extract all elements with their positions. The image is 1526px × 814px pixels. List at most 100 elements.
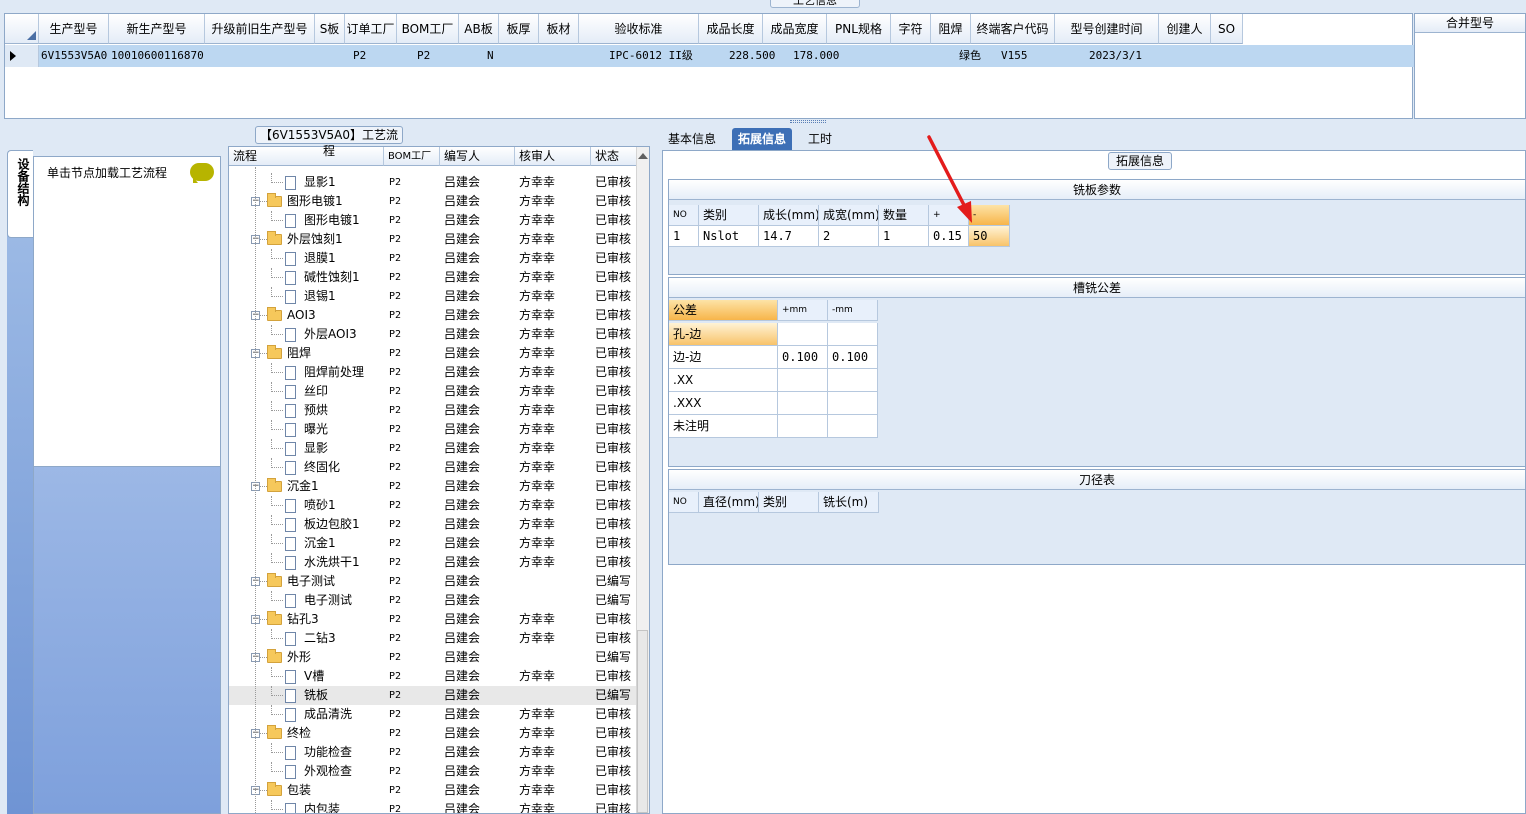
tree-header-bom[interactable]: BOM工厂 — [384, 147, 440, 166]
tree-header-reviewer[interactable]: 核审人 — [515, 147, 591, 166]
tree-row[interactable]: 丝印 P2 吕建会 方幸幸 已审核 — [229, 382, 637, 401]
tree-row[interactable]: 外层AOI3 P2 吕建会 方幸幸 已审核 — [229, 325, 637, 344]
tol-cell-3-2[interactable] — [828, 392, 878, 415]
tol-cell-4-1[interactable] — [778, 415, 828, 438]
cell-old-model[interactable] — [205, 45, 345, 67]
tree-row[interactable]: 显影 P2 吕建会 方幸幸 已审核 — [229, 439, 637, 458]
tree-row[interactable]: 内包装 P2 吕建会 方幸幸 已审核 — [229, 800, 637, 813]
grid-header-0[interactable]: 生产型号 — [39, 14, 109, 44]
right-splitter[interactable] — [654, 126, 662, 814]
grid-header-9[interactable]: 验收标准 — [579, 14, 699, 44]
tree-header-status[interactable]: 状态 — [591, 147, 637, 166]
cell-ab[interactable]: N — [477, 45, 607, 67]
tree-row[interactable]: − 外形 P2 吕建会 已编写 — [229, 648, 637, 667]
tree-header-flow[interactable]: 流程 — [229, 147, 384, 166]
tree-row[interactable]: − 阻焊 P2 吕建会 方幸幸 已审核 — [229, 344, 637, 363]
cell-created[interactable]: 2023/3/1 — [1085, 45, 1414, 67]
tol-cell-2-1[interactable] — [778, 369, 828, 392]
tree-row[interactable]: 退膜1 P2 吕建会 方幸幸 已审核 — [229, 249, 637, 268]
grid-header-1[interactable]: 新生产型号 — [109, 14, 205, 44]
tree-row[interactable]: 阻焊前处理 P2 吕建会 方幸幸 已审核 — [229, 363, 637, 382]
tab-basic-info[interactable]: 基本信息 — [662, 128, 722, 150]
tree-row[interactable]: 喷砂1 P2 吕建会 方幸幸 已审核 — [229, 496, 637, 515]
tol-cell-4-2[interactable] — [828, 415, 878, 438]
tree-row[interactable]: − 终检 P2 吕建会 方幸幸 已审核 — [229, 724, 637, 743]
grid-header-14[interactable]: 阻焊 — [931, 14, 971, 44]
cell-solder[interactable]: 绿色 — [951, 45, 1001, 67]
tree-row[interactable]: 板边包胶1 P2 吕建会 方幸幸 已审核 — [229, 515, 637, 534]
tree-row[interactable]: − 外层蚀刻1 P2 吕建会 方幸幸 已审核 — [229, 230, 637, 249]
tree-row[interactable]: 二钻3 P2 吕建会 方幸幸 已审核 — [229, 629, 637, 648]
tree-row[interactable]: − 沉金1 P2 吕建会 方幸幸 已审核 — [229, 477, 637, 496]
cell-prod-model[interactable]: 6V1553V5A0 — [39, 45, 109, 67]
grid-header-5[interactable]: BOM工厂 — [397, 14, 459, 44]
tree-row[interactable]: 沉金1 P2 吕建会 方幸幸 已审核 — [229, 534, 637, 553]
cell-bom-factory[interactable]: P2 — [415, 45, 477, 67]
mill-cell-length[interactable]: 14.7 — [759, 226, 819, 247]
tree-row[interactable]: − 电子测试 P2 吕建会 已编写 — [229, 572, 637, 591]
tree-row[interactable]: − 钻孔3 P2 吕建会 方幸幸 已审核 — [229, 610, 637, 629]
mill-cell-minus[interactable]: 50 — [969, 226, 1010, 247]
grid-header-12[interactable]: PNL规格 — [827, 14, 891, 44]
tree-scroll-thumb[interactable] — [637, 630, 648, 813]
cell-standard[interactable]: IPC-6012 II级 — [607, 45, 727, 67]
mill-cell-qty[interactable]: 1 — [879, 226, 929, 247]
tree-row[interactable]: 成品清洗 P2 吕建会 方幸幸 已审核 — [229, 705, 637, 724]
tol-cell-0-2[interactable] — [828, 323, 878, 346]
process-tree[interactable]: 流程 BOM工厂 编写人 核审人 状态 显影1 P2 吕建会 方幸幸 已审核 − 图形电镀1… — [228, 146, 650, 814]
tree-row[interactable]: − 包装 P2 吕建会 方幸幸 已审核 — [229, 781, 637, 800]
tree-row[interactable]: 图形电镀1 P2 吕建会 方幸幸 已审核 — [229, 211, 637, 230]
grid-header-4[interactable]: 订单工厂 — [345, 14, 397, 44]
splitter-grip[interactable] — [790, 120, 826, 123]
grid-header-16[interactable]: 型号创建时间 — [1055, 14, 1159, 44]
grid-header-2[interactable]: 升级前旧生产型号 — [205, 14, 315, 44]
grid-header-3[interactable]: S板 — [315, 14, 345, 44]
tree-row[interactable]: − AOI3 P2 吕建会 方幸幸 已审核 — [229, 306, 637, 325]
tree-row[interactable]: 水洗烘干1 P2 吕建会 方幸幸 已审核 — [229, 553, 637, 572]
tol-cell-3-1[interactable] — [778, 392, 828, 415]
tree-row[interactable]: 终固化 P2 吕建会 方幸幸 已审核 — [229, 458, 637, 477]
row-selector[interactable] — [5, 45, 39, 67]
mill-cell-plus[interactable]: 0.15 — [929, 226, 969, 247]
cell-width[interactable]: 178.000 — [791, 45, 951, 67]
tree-row[interactable]: 碱性蚀刻1 P2 吕建会 方幸幸 已审核 — [229, 268, 637, 287]
tol-cell-0-1[interactable] — [778, 323, 828, 346]
cell-length[interactable]: 228.500 — [727, 45, 791, 67]
grid-header-8[interactable]: 板材 — [539, 14, 579, 44]
tol-cell-1-2[interactable]: 0.100 — [828, 346, 878, 369]
tree-row[interactable]: V槽 P2 吕建会 方幸幸 已审核 — [229, 667, 637, 686]
mill-cell-width[interactable]: 2 — [819, 226, 879, 247]
mill-cell-no[interactable]: 1 — [669, 226, 699, 247]
grid-header-17[interactable]: 创建人 — [1159, 14, 1211, 44]
grid-header-13[interactable]: 字符 — [891, 14, 931, 44]
tree-row[interactable]: 显影1 P2 吕建会 方幸幸 已审核 — [229, 173, 637, 192]
tree-row[interactable]: − 图形电镀1 P2 吕建会 方幸幸 已审核 — [229, 192, 637, 211]
tree-row[interactable]: 曝光 P2 吕建会 方幸幸 已审核 — [229, 420, 637, 439]
cell-customer[interactable]: V155 — [1001, 45, 1085, 67]
tree-row[interactable]: 铣板 P2 吕建会 已编写 — [229, 686, 637, 705]
tree-row[interactable]: 功能检查 P2 吕建会 方幸幸 已审核 — [229, 743, 637, 762]
merge-model-panel[interactable]: 合并型号 — [1414, 13, 1526, 119]
cell-order-factory[interactable]: P2 — [345, 45, 415, 67]
document-icon — [285, 366, 296, 380]
tree-row[interactable]: 电子测试 P2 吕建会 已编写 — [229, 591, 637, 610]
tree-row[interactable]: 预烘 P2 吕建会 方幸幸 已审核 — [229, 401, 637, 420]
nav-content[interactable] — [34, 157, 220, 467]
grid-header-11[interactable]: 成品宽度 — [763, 14, 827, 44]
tree-header-writer[interactable]: 编写人 — [440, 147, 515, 166]
mill-cell-type[interactable]: Nslot — [699, 226, 759, 247]
grid-header-18[interactable]: SO — [1211, 14, 1243, 44]
tree-row[interactable]: 退锡1 P2 吕建会 方幸幸 已审核 — [229, 287, 637, 306]
tab-extended-info[interactable]: 拓展信息 — [732, 128, 793, 150]
cell-new-model[interactable]: 10010600116870 — [109, 45, 205, 67]
grid-header-6[interactable]: AB板 — [459, 14, 499, 44]
grid-header-7[interactable]: 板厚 — [499, 14, 539, 44]
tol-cell-1-1[interactable]: 0.100 — [778, 346, 828, 369]
product-grid[interactable]: 生产型号 新生产型号 升级前旧生产型号 S板 订单工厂 BOM工厂 AB板 板厚 板材 验收标准成… — [4, 13, 1414, 119]
grid-header-15[interactable]: 终端客户代码 — [971, 14, 1055, 44]
tree-row[interactable]: 外观检查 P2 吕建会 方幸幸 已审核 — [229, 762, 637, 781]
tab-work-hours[interactable]: 工时 — [802, 128, 838, 150]
tol-cell-2-2[interactable] — [828, 369, 878, 392]
grid-header-10[interactable]: 成品长度 — [699, 14, 763, 44]
document-icon — [285, 214, 296, 228]
